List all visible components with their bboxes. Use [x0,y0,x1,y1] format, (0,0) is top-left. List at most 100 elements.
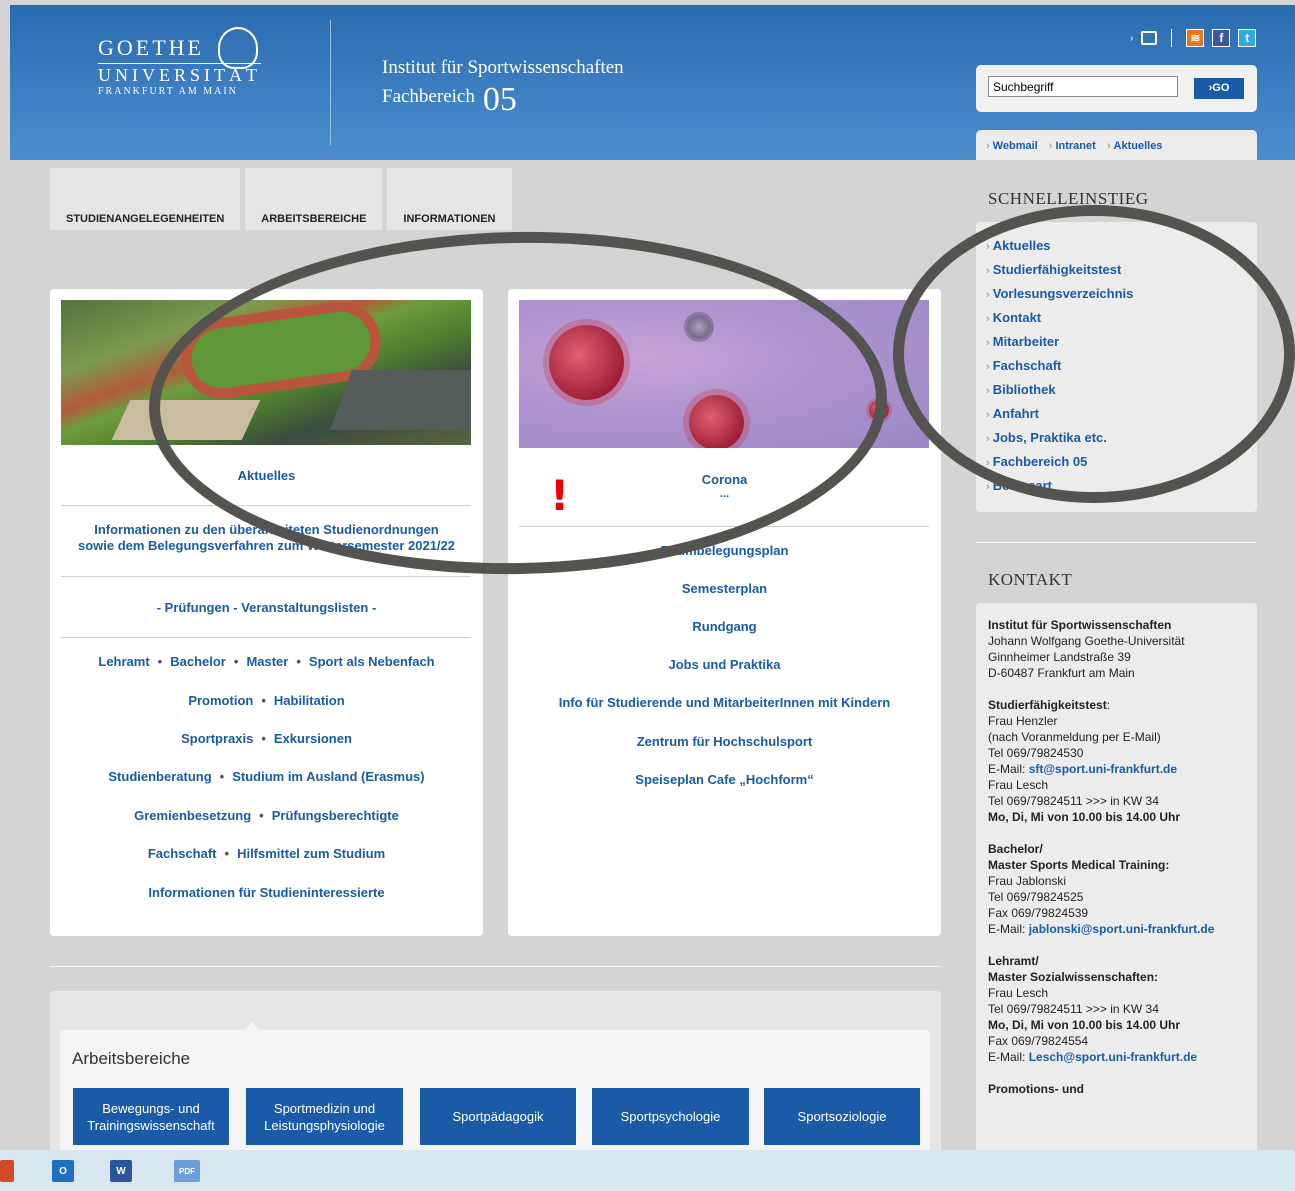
sportsoziologie-button[interactable]: Sportsoziologie [764,1088,920,1145]
kontakt-title: Lehramt/ [988,954,1039,968]
rundgang-link[interactable]: Rundgang [508,619,941,634]
speiseplan-link[interactable]: Speiseplan Cafe „Hochform“ [508,772,941,787]
lesch-email-link[interactable]: Lesch@sport.uni-frankfurt.de [1029,1050,1197,1064]
kontakt-line: Tel 069/79824530 [988,746,1084,760]
kontakt-sft-title: Studierfähigkeitstest [988,698,1107,712]
tab-arbeitsbereiche[interactable]: ARBEITSBEREICHE [245,168,383,230]
search-input[interactable] [988,76,1178,97]
pruefungsberechtigte-link[interactable]: Prüfungsberechtigte [272,808,399,823]
tool-separator [1171,29,1173,47]
hilfsmittel-link[interactable]: Hilfsmittel zum Studium [237,846,385,861]
bullet: • [296,654,301,669]
sportpraxis-link[interactable]: Sportpraxis [181,731,253,746]
sft-email-link[interactable]: sft@sport.uni-frankfurt.de [1029,762,1177,776]
bullet: • [157,654,163,669]
word-icon[interactable]: W [110,1160,132,1182]
bewegungswissenschaft-button[interactable]: Bewegungs- und Trainingswissenschaft [73,1088,229,1145]
facebook-icon[interactable]: f [1212,29,1231,47]
pruefungen-link[interactable]: - Prüfungen - Veranstaltungslisten - [50,600,483,615]
jablonski-email-link[interactable]: jablonski@sport.uni-frankfurt.de [1029,922,1215,936]
master-link[interactable]: Master [246,654,288,669]
kontakt-promotion: Promotions- und [988,1081,1245,1097]
link-row: Promotion • Habilitation [50,693,483,708]
tab-studienangelegenheiten[interactable]: STUDIENANGELEGENHEITEN [50,168,241,230]
kontakt-line: Johann Wolfgang Goethe-Universität [988,634,1185,648]
twitter-icon[interactable]: t [1238,29,1257,47]
sportmedizin-button[interactable]: Sportmedizin und Leistungsphysiologie [246,1088,403,1145]
semesterplan-link[interactable]: Semesterplan [508,581,941,596]
hochschulsport-link[interactable]: Zentrum für Hochschulsport [508,734,941,749]
rss-icon[interactable]: ≋ [1186,29,1205,47]
quicklink-intranet[interactable]: Intranet [1049,140,1096,152]
bullet: • [233,654,239,669]
sportpaedagogik-button[interactable]: Sportpädagogik [420,1088,576,1145]
kontakt-line: Frau Henzler [988,714,1058,728]
faculty-number: 05 [482,81,517,118]
header-tools: › ≋ f t [1130,29,1257,47]
logo-divider [330,20,331,145]
kontakt-line: Frau Lesch [988,986,1049,1000]
bullet: • [261,693,266,708]
bullet: • [224,846,230,861]
panel-notch [243,1022,261,1031]
kontakt-email-label: E-Mail: [988,762,1026,776]
search-box: ›GO [976,65,1257,112]
kontakt-bachelor: Bachelor/ Master Sports Medical Training… [988,841,1245,937]
sidebar-divider [976,542,1257,543]
kontakt-title: Promotions- und [988,1082,1084,1096]
exkursionen-link[interactable]: Exkursionen [274,731,352,746]
kontakt-line: Tel 069/79824511 >>> in KW 34 [988,1002,1159,1016]
kontakt-heading: KONTAKT [988,570,1073,589]
info-kinder-link[interactable]: Info für Studierende und MitarbeiterInne… [508,695,941,710]
habilitation-link[interactable]: Habilitation [274,693,345,708]
nebenfach-link[interactable]: Sport als Nebenfach [309,654,435,669]
print-icon[interactable] [1141,31,1158,45]
kontakt-title: Master Sports Medical Training: [988,858,1170,872]
pdf-icon[interactable]: PDF [174,1160,200,1182]
fachschaft-link[interactable]: Fachschaft [148,846,217,861]
studieninteressierte-link[interactable]: Informationen für Studieninteressierte [148,885,384,900]
lehramt-link[interactable]: Lehramt [98,654,149,669]
kontakt-line: Frau Jablonski [988,874,1067,888]
bullet: • [219,769,225,784]
kontakt-box: Institut für Sportwissenschaften Johann … [976,603,1257,1163]
outlook-icon[interactable]: O [52,1160,74,1182]
main-nav: STUDIENANGELEGENHEITEN ARBEITSBEREICHE I… [50,168,512,230]
link-row: Gremienbesetzung • Prüfungsberechtigte [50,808,483,823]
link-row: Lehramt • Bachelor • Master • Sport als Nebenf… [50,654,483,669]
annotation-ellipse [893,205,1295,503]
goethe-logo[interactable]: GOETHE UNIVERSITÄT FRANKFURT AM MAIN [98,27,261,97]
link-row: Informationen für Studieninteressierte [50,885,483,900]
powerpoint-icon[interactable] [0,1160,14,1182]
institute-title[interactable]: Institut für Sportwissenschaften [382,57,624,79]
kontakt-title: Bachelor/ [988,842,1043,856]
tab-informationen[interactable]: INFORMATIONEN [387,168,512,230]
erasmus-link[interactable]: Studium im Ausland (Erasmus) [232,769,424,784]
kontakt-line: Fax 069/79824539 [988,906,1089,920]
jobs-praktika-link[interactable]: Jobs und Praktika [508,657,941,672]
faculty-title[interactable]: Fachbereich 05 [382,81,517,119]
link-row: Sportpraxis • Exkursionen [50,731,483,746]
quicklinks-bar: Webmail Intranet Aktuelles [976,130,1257,160]
logo-line3: FRANKFURT AM MAIN [98,86,238,97]
divider [61,576,471,577]
kontakt-line: Tel 069/79824511 >>> in KW 34 [988,794,1159,808]
studienberatung-link[interactable]: Studienberatung [108,769,211,784]
kontakt-line: Ginnheimer Landstraße 39 [988,650,1131,664]
sportpsychologie-button[interactable]: Sportpsychologie [592,1088,749,1145]
goethe-portrait-icon [218,27,258,69]
tool-bullet: › [1130,32,1134,44]
arbeitsbereiche-title: Arbeitsbereiche [72,1049,191,1068]
bachelor-link[interactable]: Bachelor [170,654,226,669]
bullet: • [261,731,266,746]
faculty-label: Fachbereich [382,86,475,107]
divider [61,637,471,638]
quicklink-aktuelles[interactable]: Aktuelles [1107,140,1163,152]
kontakt-inst-name: Institut für Sportwissenschaften [988,618,1172,632]
go-button[interactable]: ›GO [1194,78,1244,99]
kontakt-hours: Mo, Di, Mi von 10.00 bis 14.00 Uhr [988,1018,1181,1032]
gremienbesetzung-link[interactable]: Gremienbesetzung [134,808,251,823]
kontakt-line: Tel 069/79824525 [988,890,1084,904]
quicklink-webmail[interactable]: Webmail [986,140,1038,152]
promotion-link[interactable]: Promotion [188,693,253,708]
